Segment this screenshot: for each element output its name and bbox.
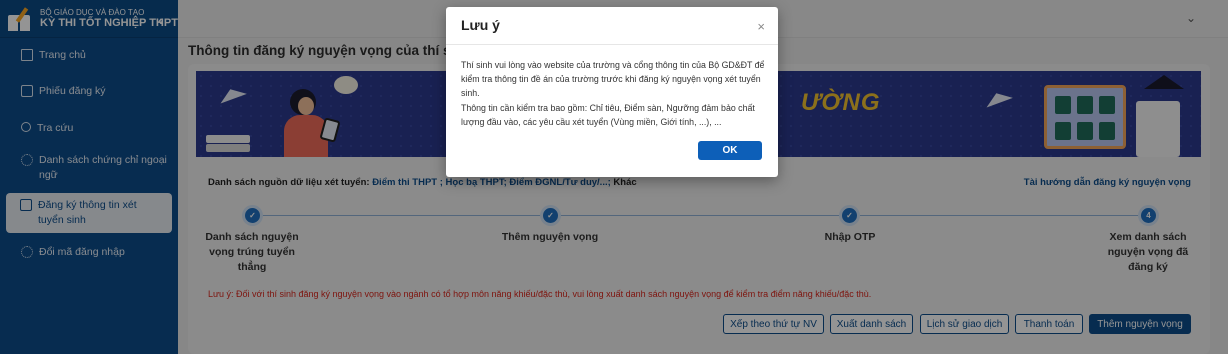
modal-body-paragraph-1: Thí sinh vui lòng vào website của trường… bbox=[461, 60, 765, 99]
ok-button[interactable]: OK bbox=[698, 141, 762, 160]
close-icon[interactable]: × bbox=[757, 19, 765, 34]
modal-body-paragraph-2: Thông tin cần kiểm tra bao gồm: Chỉ tiêu… bbox=[461, 102, 755, 127]
modal-body: Thí sinh vui lòng vào website của trường… bbox=[461, 58, 766, 129]
notice-modal: Lưu ý × Thí sinh vui lòng vào website củ… bbox=[446, 7, 778, 177]
modal-title: Lưu ý bbox=[461, 17, 500, 33]
modal-divider bbox=[446, 44, 778, 45]
